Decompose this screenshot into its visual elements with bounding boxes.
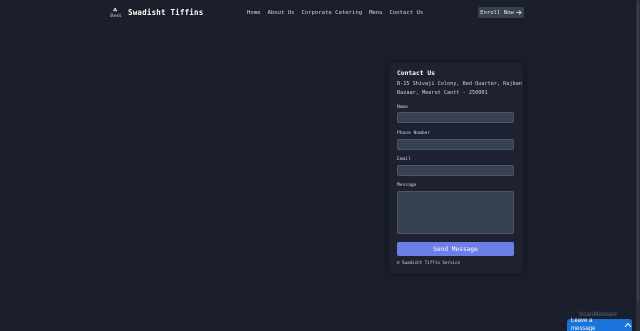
enroll-now-label: Enroll Now — [480, 9, 514, 16]
email-label: Email — [397, 157, 411, 162]
scrollbar-thumb[interactable] — [637, 2, 639, 302]
leave-message-widget[interactable]: Leave a message — [567, 318, 632, 331]
contact-address: B-15 Shivaji Colony, Red Quarter, Rajban… — [397, 81, 522, 96]
message-label: Message — [397, 183, 417, 188]
message-textarea[interactable] — [397, 191, 514, 234]
logo-alt-text: Best — [110, 13, 122, 19]
nav-corporate-catering[interactable]: Corporate Catering — [301, 9, 362, 17]
send-message-button[interactable]: Send Message — [397, 242, 514, 256]
phone-input[interactable] — [397, 139, 514, 150]
page-scrollbar[interactable] — [636, 0, 640, 331]
name-input[interactable] — [397, 112, 514, 123]
nav-contact-us[interactable]: Contact Us — [390, 9, 424, 17]
chevron-up-icon — [624, 322, 632, 328]
main-nav: Home About Us Corporate Catering Menu Co… — [247, 9, 423, 17]
copyright-text: © Swadisht Tiffin Service — [397, 260, 461, 265]
phone-label: Phone Number — [397, 131, 431, 136]
contact-card: Contact Us B-15 Shivaji Colony, Red Quar… — [389, 63, 523, 273]
nav-home[interactable]: Home — [247, 9, 260, 17]
email-input[interactable] — [397, 165, 514, 176]
brand-name[interactable]: Swadisht Tiffins — [128, 8, 203, 18]
nav-about-us[interactable]: About Us — [267, 9, 294, 17]
name-label: Name — [397, 105, 409, 110]
logo[interactable]: ☘ Best — [110, 6, 126, 20]
enroll-now-button[interactable]: Enroll Now — [478, 7, 524, 18]
arrow-right-icon — [515, 10, 522, 15]
contact-title: Contact Us — [397, 70, 435, 77]
nav-menu[interactable]: Menu — [369, 9, 382, 17]
navbar: ☘ Best Swadisht Tiffins Home About Us Co… — [0, 0, 636, 26]
chat-label: Leave a message — [571, 318, 596, 331]
